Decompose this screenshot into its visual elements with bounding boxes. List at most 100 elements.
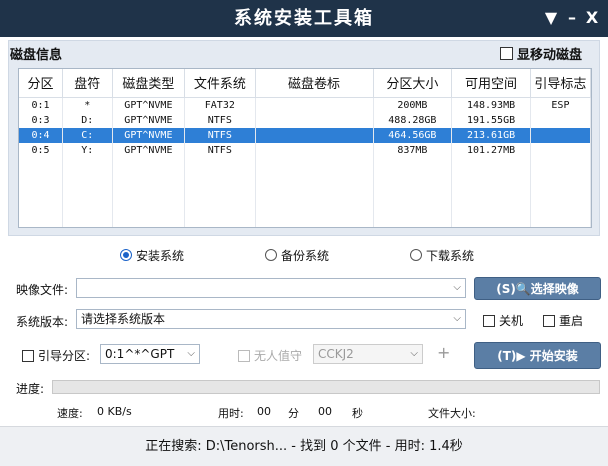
- chevron-down-icon: ⌵: [187, 348, 195, 359]
- table-cell: 488.28GB: [373, 112, 453, 128]
- table-cell: [530, 142, 591, 158]
- table-cell: ESP: [530, 97, 591, 113]
- time-label: 用时:: [218, 407, 244, 420]
- radio-install-label: 安装系统: [136, 248, 185, 263]
- mode-selector: 安装系统 备份系统 下载系统: [8, 241, 600, 269]
- unattended-label: 无人值守: [254, 349, 303, 363]
- checkbox-box[interactable]: [543, 314, 555, 327]
- empty-row: [19, 187, 591, 203]
- restart-checkbox[interactable]: 重启: [543, 312, 583, 329]
- restart-label: 重启: [559, 314, 584, 328]
- table-cell: Y:: [62, 142, 113, 158]
- image-file-label: 映像文件:: [16, 283, 69, 297]
- column-header[interactable]: 磁盘卷标: [255, 69, 374, 98]
- show-removable-checkbox[interactable]: 显移动磁盘: [500, 44, 582, 63]
- table-row[interactable]: 0:5 Y: GPT^NVME NTFS 837MB 101.27MB: [19, 142, 591, 158]
- table-cell: [255, 127, 374, 143]
- table-cell: GPT^NVME: [112, 97, 186, 113]
- table-header-row: 分区 盘符 磁盘类型 文件系统 磁盘卷标 分区大小 可用空间 引导标志: [19, 69, 591, 98]
- shutdown-checkbox[interactable]: 关机: [483, 312, 523, 329]
- table-body[interactable]: 0:1 * GPT^NVME FAT32 200MB 148.93MB ESP 0:3 D: GP…: [19, 97, 591, 227]
- empty-cell: [373, 217, 453, 227]
- empty-cell: [62, 172, 113, 188]
- column-header[interactable]: 磁盘类型: [112, 69, 186, 98]
- checkbox-box[interactable]: [22, 349, 34, 362]
- column-header[interactable]: 可用空间: [451, 69, 531, 98]
- select-image-button[interactable]: (S)🔍选择映像: [474, 277, 601, 300]
- close-button[interactable]: X: [583, 0, 601, 35]
- boot-partition-label: 引导分区:: [38, 349, 91, 363]
- empty-cell: [373, 202, 453, 218]
- empty-row: [19, 217, 591, 227]
- system-version-value: 请选择系统版本: [81, 312, 166, 326]
- table-cell: 200MB: [373, 97, 453, 113]
- empty-cell: [62, 187, 113, 203]
- table-cell: NTFS: [184, 142, 256, 158]
- start-install-button[interactable]: (T)▶ 开始安装: [474, 342, 601, 369]
- table-cell: 0:4: [19, 127, 63, 143]
- table-cell: 101.27MB: [451, 142, 531, 158]
- empty-cell: [19, 202, 63, 218]
- empty-cell: [62, 202, 113, 218]
- checkbox-box[interactable]: [238, 349, 250, 362]
- partition-table[interactable]: 分区 盘符 磁盘类型 文件系统 磁盘卷标 分区大小 可用空间 引导标志 0:1 * GPT^NVM…: [18, 68, 592, 228]
- table-row[interactable]: 0:4 C: GPT^NVME NTFS 464.56GB 213.61GB: [19, 127, 591, 143]
- empty-cell: [451, 157, 531, 173]
- shutdown-label: 关机: [499, 314, 524, 328]
- empty-cell: [19, 187, 63, 203]
- empty-cell: [62, 217, 113, 227]
- table-cell: [255, 142, 374, 158]
- empty-cell: [530, 217, 591, 227]
- empty-cell: [451, 217, 531, 227]
- time-minutes: 00: [257, 405, 271, 418]
- empty-row: [19, 172, 591, 188]
- column-header[interactable]: 分区大小: [373, 69, 453, 98]
- add-config-button[interactable]: +: [437, 343, 450, 362]
- table-cell: *: [62, 97, 113, 113]
- radio-download[interactable]: 下载系统: [410, 247, 474, 264]
- radio-download-dot[interactable]: [410, 249, 422, 261]
- table-cell: GPT^NVME: [112, 142, 186, 158]
- table-cell: 148.93MB: [451, 97, 531, 113]
- empty-cell: [112, 187, 186, 203]
- checkbox-box[interactable]: [500, 47, 513, 60]
- time-minutes-unit: 分: [288, 407, 299, 420]
- column-header[interactable]: 分区: [19, 69, 63, 98]
- column-header[interactable]: 引导标志: [530, 69, 591, 98]
- empty-cell: [184, 202, 256, 218]
- radio-backup-dot[interactable]: [265, 249, 277, 261]
- window-title: 系统安装工具箱: [234, 8, 374, 29]
- table-cell: [255, 112, 374, 128]
- column-header[interactable]: 文件系统: [184, 69, 256, 98]
- minimize-button[interactable]: –: [563, 0, 581, 35]
- unattended-config-select[interactable]: CCKJ2 ⌵: [313, 344, 423, 364]
- empty-cell: [112, 202, 186, 218]
- status-text: 正在搜索: D:\Tenorsh... - 找到 0 个文件 - 用时: 1.4…: [145, 439, 463, 454]
- table-row[interactable]: 0:3 D: GPT^NVME NTFS 488.28GB 191.55GB: [19, 112, 591, 128]
- table-row[interactable]: 0:1 * GPT^NVME FAT32 200MB 148.93MB ESP: [19, 97, 591, 113]
- empty-cell: [184, 172, 256, 188]
- empty-cell: [255, 187, 374, 203]
- checkbox-box[interactable]: [483, 314, 495, 327]
- system-version-select[interactable]: 请选择系统版本 ⌵: [76, 309, 466, 329]
- column-header[interactable]: 盘符: [62, 69, 113, 98]
- time-seconds-unit: 秒: [352, 407, 363, 420]
- radio-backup[interactable]: 备份系统: [265, 247, 329, 264]
- table-cell: NTFS: [184, 112, 256, 128]
- empty-row: [19, 202, 591, 218]
- table-cell: 0:3: [19, 112, 63, 128]
- boot-partition-checkbox[interactable]: 引导分区:: [22, 347, 90, 364]
- empty-cell: [19, 157, 63, 173]
- empty-cell: [184, 157, 256, 173]
- radio-install-dot[interactable]: [120, 249, 132, 261]
- empty-cell: [255, 217, 374, 227]
- menu-dropdown-icon[interactable]: ▼: [542, 0, 560, 35]
- image-file-select[interactable]: ⌵: [76, 278, 466, 298]
- table-cell: FAT32: [184, 97, 256, 113]
- radio-install[interactable]: 安装系统: [120, 247, 184, 264]
- unattended-checkbox[interactable]: 无人值守: [238, 347, 302, 364]
- chevron-down-icon: ⌵: [453, 313, 461, 324]
- radio-download-label: 下载系统: [426, 248, 475, 263]
- boot-partition-select[interactable]: 0:1^*^GPT ⌵: [100, 344, 200, 364]
- empty-cell: [19, 217, 63, 227]
